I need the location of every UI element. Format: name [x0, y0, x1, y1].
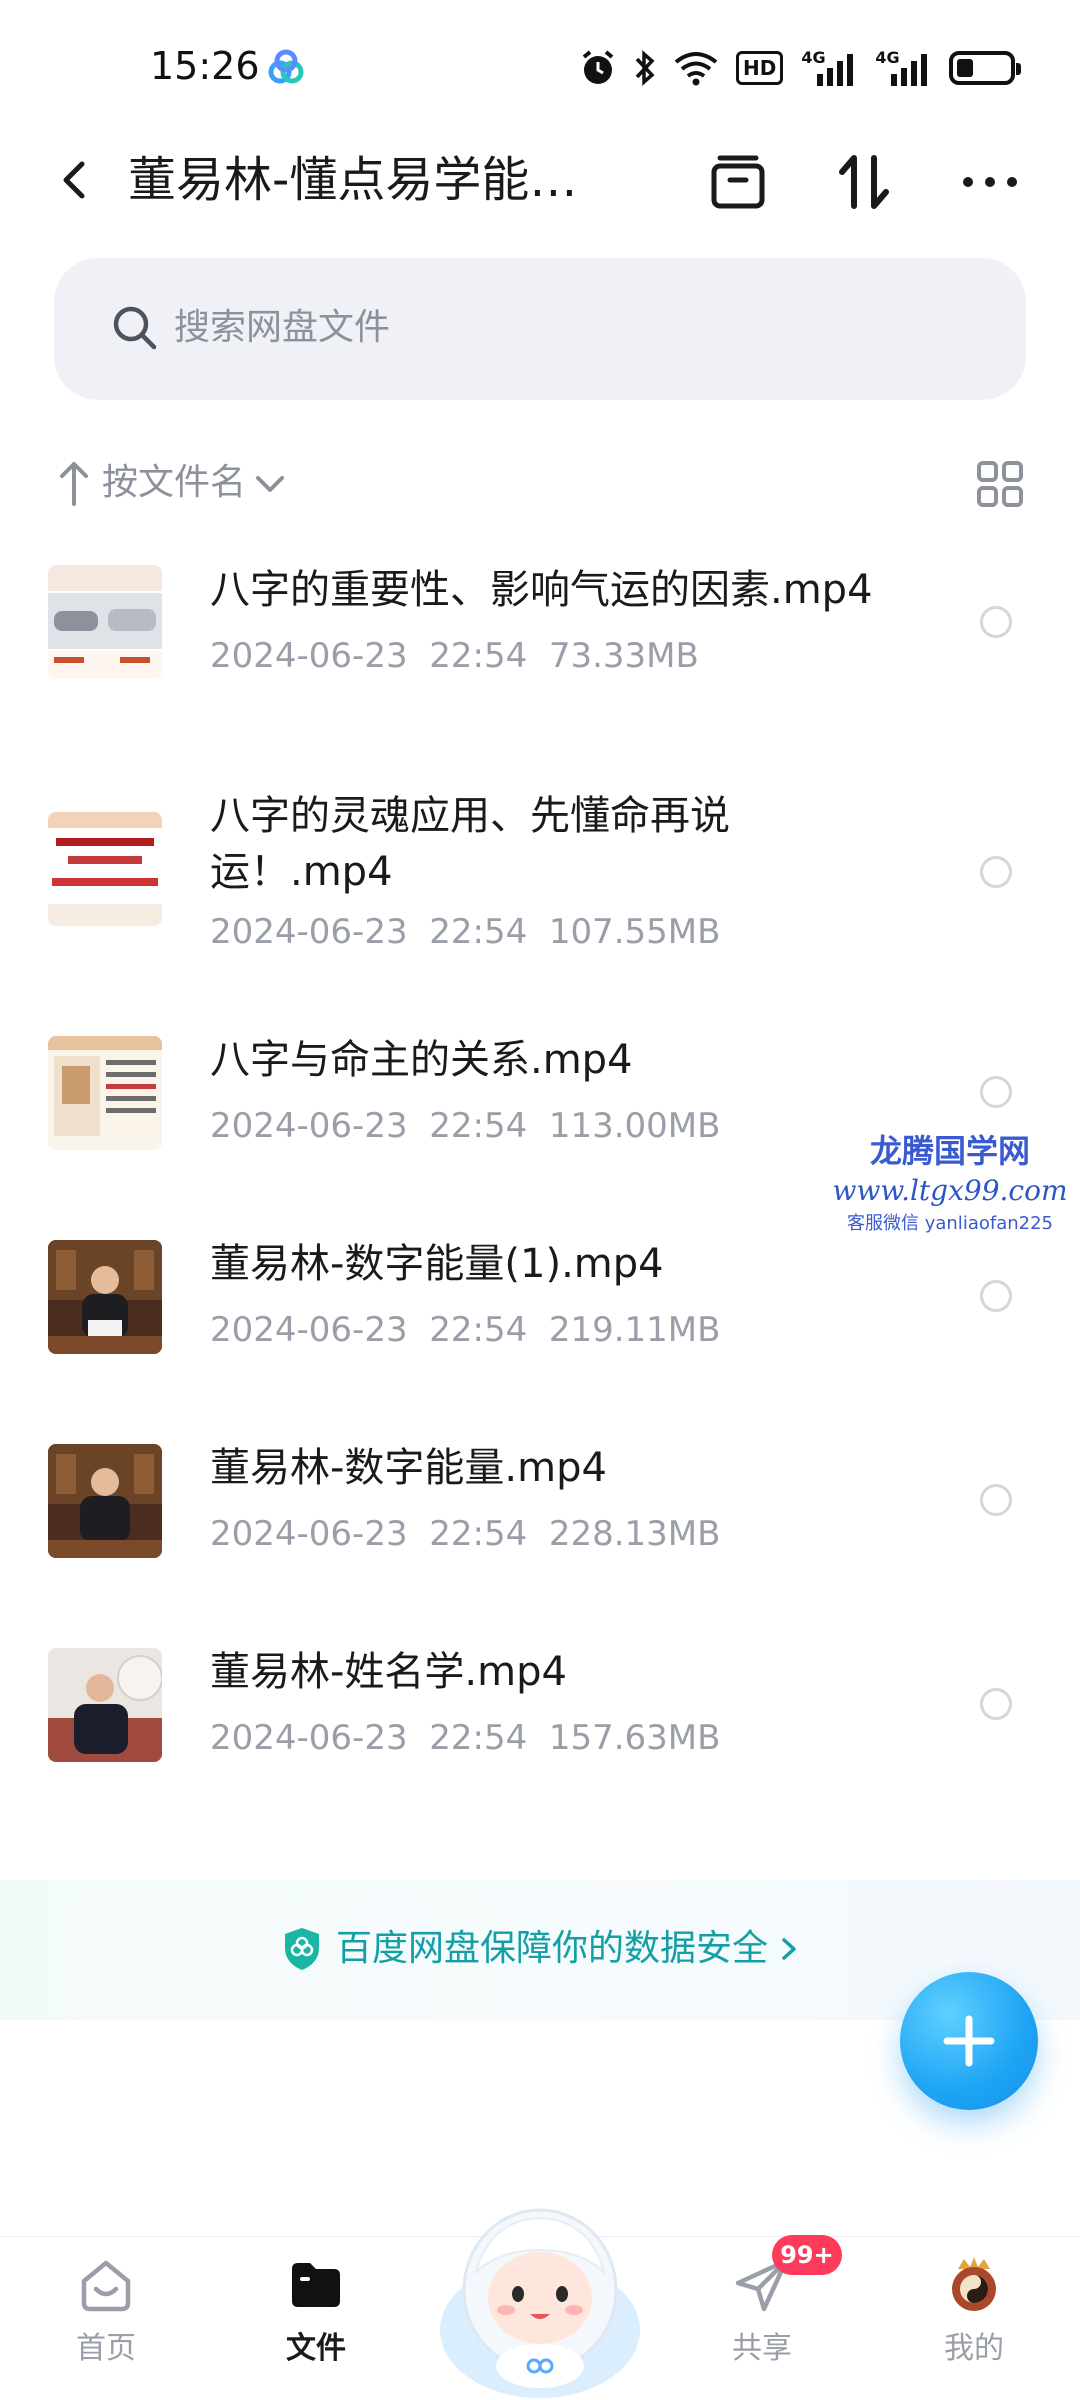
sort-label[interactable]: 按文件名: [102, 458, 246, 508]
select-radio[interactable]: [980, 1688, 1012, 1720]
file-meta: 2024-06-23 22:54 73.33MB: [210, 636, 699, 676]
folder-icon: [292, 2263, 340, 2307]
file-name: 董易林-姓名学.mp4: [210, 1649, 567, 1695]
watermark-title: 龙腾国学网: [869, 1132, 1030, 1170]
list-item[interactable]: 董易林-数字能量.mp4 2024-06-23 22:54 228.13MB: [0, 1404, 1080, 1608]
nav-profile[interactable]: 我的: [904, 2237, 1044, 2400]
more-icon[interactable]: [958, 150, 1022, 214]
file-name: 八字的重要性、影响气运的因素.mp4: [210, 567, 873, 613]
nav-label: 共享: [732, 2331, 792, 2366]
file-name: 董易林-数字能量.mp4: [210, 1445, 607, 1491]
list-item[interactable]: 八字的灵魂应用、先懂命再说 运！.mp4 2024-06-23 22:54 107…: [0, 760, 1080, 996]
file-name: 八字的灵魂应用、先懂命再说 运！.mp4: [210, 793, 730, 895]
add-button[interactable]: [900, 1972, 1038, 2110]
file-browser-screen: 15:26 HD 4G 4G 董易林-懂点易学能… 搜索网盘文件 按文件名 八字…: [0, 0, 1080, 2400]
video-thumbnail: [48, 1240, 162, 1354]
grid-view-icon[interactable]: [976, 460, 1024, 508]
video-thumbnail: [48, 565, 162, 679]
video-thumbnail: [48, 1036, 162, 1150]
avatar: [952, 2257, 996, 2311]
list-item[interactable]: 八字的重要性、影响气运的因素.mp4 2024-06-23 22:54 73.3…: [0, 540, 1080, 760]
file-name: 八字与命主的关系.mp4: [210, 1037, 633, 1083]
hd-icon: HD: [736, 51, 784, 85]
video-thumbnail: [48, 1648, 162, 1762]
nav-files[interactable]: 文件: [246, 2237, 386, 2400]
search-input[interactable]: 搜索网盘文件: [54, 258, 1026, 400]
nav-label: 首页: [76, 2331, 136, 2366]
notification-badge: 99+: [772, 2235, 842, 2275]
video-thumbnail: [48, 1444, 162, 1558]
watermark-contact: 客服微信 yanliaofan225: [847, 1213, 1053, 1234]
video-thumbnail: [48, 812, 162, 926]
battery-icon: [949, 51, 1022, 85]
nav-label: 文件: [286, 2331, 346, 2366]
select-radio[interactable]: [980, 1280, 1012, 1312]
back-icon[interactable]: [48, 152, 104, 208]
page-title: 董易林-懂点易学能…: [128, 152, 578, 208]
select-radio[interactable]: [980, 606, 1012, 638]
watermark-url: www.ltgx99.com: [832, 1174, 1068, 1207]
nav-share[interactable]: 99+ 共享: [692, 2235, 842, 2400]
chevron-down-icon[interactable]: [252, 466, 288, 502]
search-icon: [113, 306, 157, 350]
banner-text: 百度网盘保障你的数据安全: [336, 1928, 769, 1969]
shield-icon: [285, 1928, 319, 1970]
status-bar: 15:26 HD 4G 4G: [0, 0, 1080, 130]
bluetooth-icon: [635, 50, 655, 86]
sort-row: 按文件名: [0, 450, 1080, 516]
nav-label: 我的: [944, 2331, 1004, 2366]
select-radio[interactable]: [980, 1484, 1012, 1516]
alarm-icon: [582, 50, 614, 84]
inbox-icon[interactable]: [706, 150, 770, 214]
app-icon: [268, 49, 304, 84]
app-header: 董易林-懂点易学能…: [0, 130, 1080, 230]
nav-home[interactable]: 首页: [36, 2237, 176, 2400]
file-meta: 2024-06-23 22:54 228.13MB: [210, 1514, 721, 1554]
assistant-mascot[interactable]: [430, 2180, 650, 2400]
home-icon: [81, 2260, 131, 2312]
status-time: 15:26: [150, 44, 260, 88]
search-placeholder: 搜索网盘文件: [174, 307, 391, 348]
select-radio[interactable]: [980, 856, 1012, 888]
file-name: 董易林-数字能量(1).mp4: [210, 1241, 664, 1287]
select-radio[interactable]: [980, 1076, 1012, 1108]
wifi-icon: [674, 52, 718, 86]
sort-arrows-icon[interactable]: [832, 150, 896, 214]
file-meta: 2024-06-23 22:54 219.11MB: [210, 1310, 721, 1350]
signal-icon: 4G: [875, 48, 931, 88]
chevron-right-icon: [782, 1938, 796, 1960]
signal-icon: 4G: [801, 48, 857, 88]
arrow-up-icon[interactable]: [56, 460, 92, 506]
plus-icon: [943, 2015, 995, 2067]
file-meta: 2024-06-23 22:54 113.00MB: [210, 1106, 721, 1146]
file-meta: 2024-06-23 22:54 157.63MB: [210, 1718, 721, 1758]
file-meta: 2024-06-23 22:54 107.55MB: [210, 912, 721, 952]
watermark: 龙腾国学网 www.ltgx99.com 客服微信 yanliaofan225: [820, 1130, 1080, 1238]
list-item[interactable]: 董易林-姓名学.mp4 2024-06-23 22:54 157.63MB: [0, 1608, 1080, 1812]
